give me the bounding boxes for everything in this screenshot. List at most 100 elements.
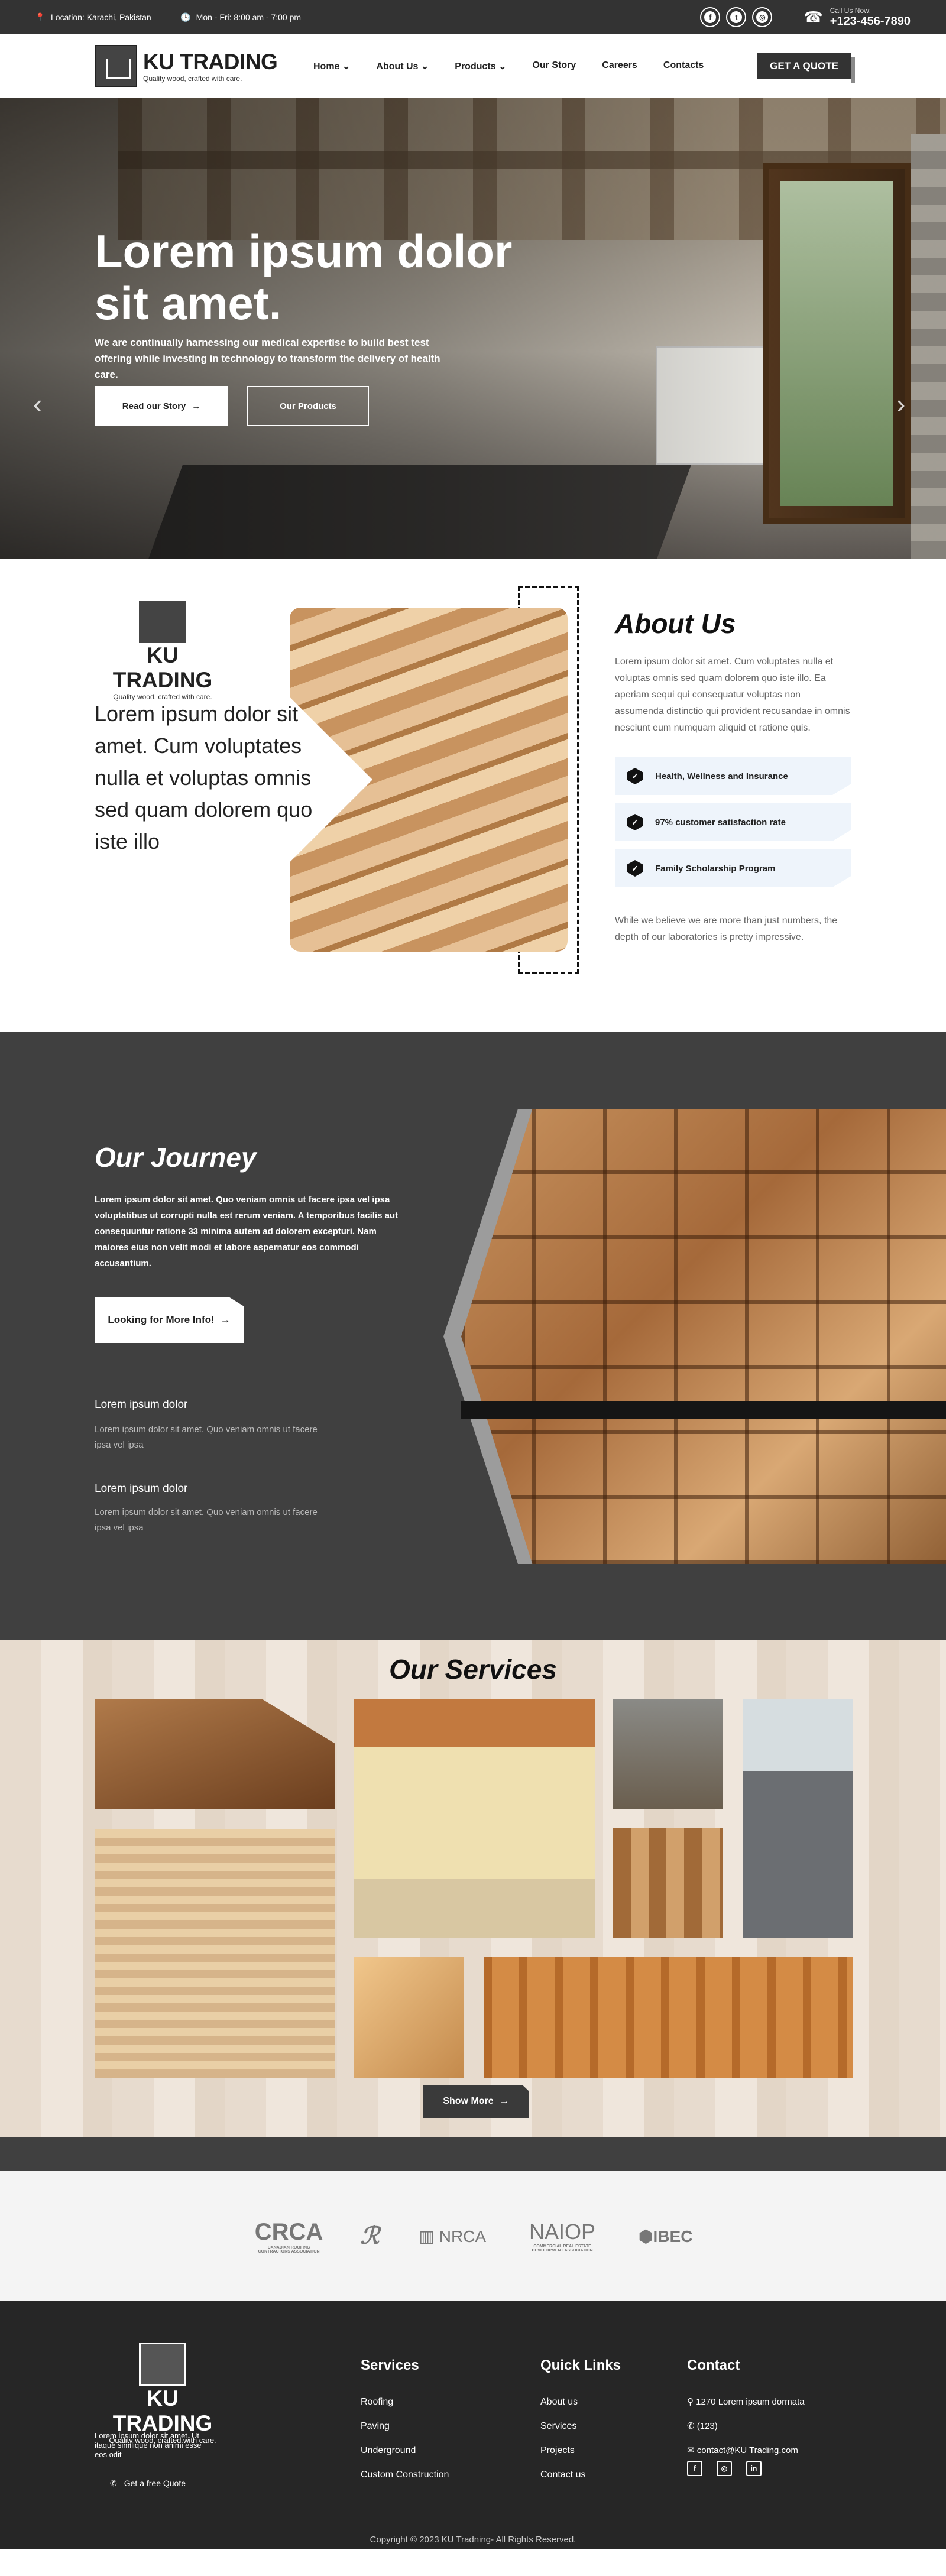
logo-tree-icon [95,45,137,87]
shield-check-icon: ✓ [627,768,643,784]
chevron-down-icon: ⌄ [342,61,351,72]
plywood-image[interactable] [95,1699,335,1809]
footer-services-title: Services [361,2357,419,2373]
phone-icon: ✆ [687,2421,697,2431]
facebook-icon: f [704,11,717,23]
footer-link-projects[interactable]: Projects [540,2438,585,2463]
more-info-button[interactable]: Looking for More Info! → [95,1297,244,1343]
timber-ends-image[interactable] [613,1828,723,1938]
journey-item-heading: Lorem ipsum dolor [95,1399,188,1411]
nav-home[interactable]: Home ⌄ [307,28,357,78]
footer-description: Lorem ipsum dolor sit amet. Ut itaque si… [95,2431,202,2459]
show-more-button[interactable]: Show More → [423,2085,529,2118]
footer-link-about[interactable]: About us [540,2390,585,2414]
nav-products[interactable]: Products ⌄ [455,54,506,78]
footer-contact-info: ⚲ 1270 Lorem ipsum dormata ✆ (123) ✉ con… [687,2390,805,2463]
logo-name: KU TRADING [143,50,278,74]
wood-framing-image[interactable] [484,1957,853,2078]
footer-link-services[interactable]: Services [540,2414,585,2438]
facebook-icon[interactable]: f [687,2461,702,2476]
footer-quick-links-title: Quick Links [540,2357,621,2373]
instagram-link[interactable]: ◎ [752,7,773,27]
journey-title: Our Journey [95,1142,257,1173]
site-footer: KU TRADING Quality wood, crafted with ca… [0,2301,946,2549]
location-text: Location: Karachi, Pakistan [51,12,151,22]
lumber-stack-image[interactable] [95,1829,335,2078]
partner-name: NAIOP [529,2220,596,2244]
free-quote-link[interactable]: ✆ Get a free Quote [110,2478,186,2489]
location-info: 📍 Location: Karachi, Pakistan [35,12,151,22]
feature-item: ✓ Health, Wellness and Insurance [615,757,851,795]
roofing-workers-image[interactable] [743,1699,853,1938]
feature-item: ✓ 97% customer satisfaction rate [615,803,851,841]
partner-logos: CRCA CANADIAN ROOFING CONTRACTORS ASSOCIA… [0,2171,946,2301]
logo-tree-icon [139,2343,186,2386]
footer-link-paving[interactable]: Paving [361,2414,449,2438]
wood-blocks-image[interactable] [354,1957,464,2078]
slider-prev-icon[interactable]: ‹ [33,388,42,420]
arrow-right-icon: → [499,2096,509,2106]
call-number: +123-456-7890 [830,14,911,28]
footer-link-roofing[interactable]: Roofing [361,2390,449,2414]
ibec-logo: ⬢IBEC [639,2227,692,2246]
footer-quick-links: About us Services Projects Contact us [540,2390,585,2487]
phone-icon: ☎ [804,8,823,26]
crca-logo: CRCA CANADIAN ROOFING CONTRACTORS ASSOCIA… [254,2219,325,2254]
our-products-button[interactable]: Our Products [247,386,369,426]
shield-check-icon: ✓ [627,860,643,877]
kitchen-image[interactable] [354,1699,595,1938]
nrca-logo: ▥ NRCA [419,2227,486,2246]
footer-logo-name: KU TRADING [112,2386,213,2435]
call-us[interactable]: ☎ Call Us Now: +123-456-7890 [804,7,911,28]
get-a-quote-button[interactable]: GET A QUOTE [757,53,855,83]
site-logo[interactable]: KU TRADING Quality wood, crafted with ca… [95,45,313,87]
nav-our-story[interactable]: Our Story [532,54,576,78]
image-gap [461,1401,946,1419]
construction-site-image[interactable] [613,1699,723,1809]
footer-link-contact[interactable]: Contact us [540,2463,585,2487]
copyright-text: Copyright © 2023 KU Tradning- All Rights… [370,2535,576,2545]
footer-link-custom-construction[interactable]: Custom Construction [361,2463,449,2487]
button-label: Read our Story [122,401,186,411]
slider-next-icon[interactable]: › [896,388,905,420]
nav-about-us[interactable]: About Us ⌄ [376,54,429,78]
about-description: Lorem ipsum dolor sit amet. Cum voluptat… [615,657,850,733]
email-icon: ✉ [687,2445,697,2455]
about-logo: KU TRADING Quality wood, crafted with ca… [95,601,231,701]
instagram-icon[interactable]: ◎ [717,2461,732,2476]
location-pin-icon: 📍 [35,12,46,22]
facebook-link[interactable]: f [700,7,721,27]
nav-contacts[interactable]: Contacts [663,54,704,78]
timber-stack-image [461,1109,946,1564]
journey-item-heading: Lorem ipsum dolor [95,1482,188,1495]
phone-text[interactable]: (123) [697,2421,718,2431]
read-our-story-button[interactable]: Read our Story → [95,386,228,426]
linkedin-icon[interactable]: in [746,2461,762,2476]
hours-text: Mon - Fri: 8:00 am - 7:00 pm [196,12,302,22]
top-info-bar: 📍 Location: Karachi, Pakistan 🕒 Mon - Fr… [0,0,946,34]
instagram-icon: ◎ [756,11,769,23]
partner-name: NRCA [439,2227,487,2246]
address-text: 1270 Lorem ipsum dormata [696,2397,805,2407]
twitter-link[interactable]: t [726,7,747,27]
main-navigation: KU TRADING Quality wood, crafted with ca… [0,28,946,98]
nav-careers[interactable]: Careers [602,54,637,78]
link-label: Get a free Quote [124,2478,186,2488]
footer-link-underground[interactable]: Underground [361,2438,449,2463]
partner-sub: COMMERCIAL REAL ESTATE DEVELOPMENT ASSOC… [532,2244,593,2253]
arrow-right-icon: → [192,401,201,411]
naiop-logo: NAIOP COMMERCIAL REAL ESTATE DEVELOPMENT … [524,2220,601,2253]
services-section: Our Services Show More → [0,1640,946,2137]
feature-label: 97% customer satisfaction rate [655,817,786,828]
feature-label: Health, Wellness and Insurance [655,771,788,781]
footer-logo[interactable]: KU TRADING Quality wood, crafted with ca… [95,2343,231,2445]
about-logo-name: KU TRADING [112,643,213,692]
hero-slider: ‹ › Lorem ipsum dolor sit amet. We are c… [0,98,946,559]
shield-check-icon: ✓ [627,814,643,830]
copyright-bar: Copyright © 2023 KU Tradning- All Rights… [0,2526,946,2545]
logo-tagline: Quality wood, crafted with care. [143,74,242,83]
button-label: Show More [443,2096,494,2106]
journey-item-text: Lorem ipsum dolor sit amet. Quo veniam o… [95,1507,318,1533]
hours-info: 🕒 Mon - Fri: 8:00 am - 7:00 pm [180,12,302,22]
email-link[interactable]: contact@KU Trading.com [697,2445,798,2455]
